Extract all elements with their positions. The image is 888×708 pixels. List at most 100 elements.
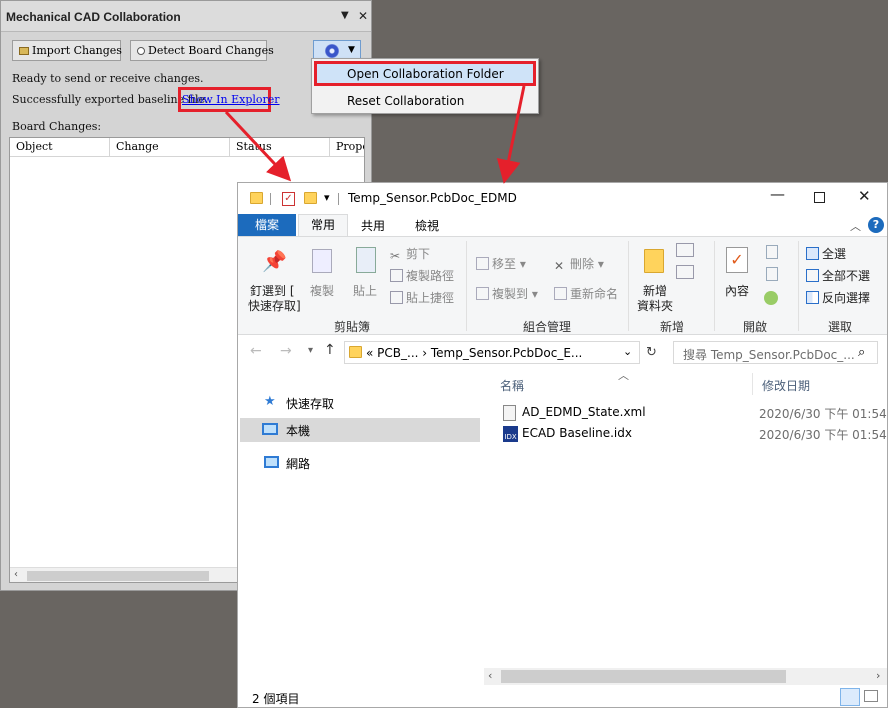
address-bar[interactable]: « PCB_... › Temp_Sensor.PcbDoc_E... ⌄	[344, 341, 640, 364]
move-to-button[interactable]: 移至 ▾	[476, 255, 526, 272]
easy-access-icon[interactable]	[676, 265, 694, 279]
column-change[interactable]: Change	[110, 138, 230, 157]
maximize-icon[interactable]	[814, 192, 825, 203]
new-item-icon[interactable]	[676, 243, 694, 257]
invert-selection-button[interactable]: 反向選擇	[806, 289, 870, 306]
sort-ascending-icon: ︿	[618, 369, 629, 382]
panel-menu-icon[interactable]: ▼	[341, 10, 349, 21]
column-date-modified[interactable]: 修改日期	[762, 377, 810, 394]
divider	[466, 241, 467, 331]
divider	[714, 241, 715, 331]
divider	[752, 373, 753, 395]
copy-path-icon	[390, 269, 403, 282]
search-icon[interactable]: ⌕	[858, 345, 865, 360]
pin-quick-access-label-2[interactable]: 快速存取]	[248, 297, 301, 314]
collapse-ribbon-icon[interactable]: ︿	[850, 218, 861, 234]
column-name[interactable]: 名稱	[500, 377, 524, 394]
cut-button[interactable]: ✂ 剪下	[390, 245, 430, 263]
minimize-icon[interactable]: —	[770, 185, 785, 203]
refresh-icon[interactable]: ↻	[646, 345, 657, 360]
forward-icon[interactable]: →	[280, 343, 292, 359]
help-icon[interactable]: ?	[868, 217, 884, 233]
properties-quick-icon[interactable]: ✓	[282, 192, 295, 206]
status-text: Ready to send or receive changes.	[12, 72, 204, 85]
select-none-button[interactable]: 全部不選	[806, 267, 870, 284]
menu-item-label: Open Collaboration Folder	[347, 67, 504, 81]
menu-item-open-collaboration-folder[interactable]: Open Collaboration Folder	[314, 61, 536, 86]
folder-icon	[250, 192, 263, 204]
scrollbar-thumb[interactable]	[501, 670, 786, 683]
column-proposed[interactable]: Propo	[330, 138, 364, 157]
edit-icon[interactable]	[766, 267, 778, 281]
tab-share[interactable]: 共用	[361, 217, 385, 234]
properties-icon: ✓	[726, 247, 748, 273]
paste-button[interactable]: 貼上	[353, 282, 377, 299]
close-icon[interactable]: ✕	[858, 187, 871, 205]
panel-titlebar: Mechanical CAD Collaboration ▼ ✕	[1, 1, 371, 32]
group-clipboard: 剪貼簿	[334, 320, 371, 334]
network-icon	[264, 456, 279, 468]
details-view-icon[interactable]	[840, 688, 860, 706]
scroll-left-icon[interactable]: ‹	[488, 669, 492, 682]
new-folder-quick-icon[interactable]	[304, 192, 317, 204]
delete-icon: ✕	[554, 259, 565, 273]
column-object[interactable]: Object	[10, 138, 110, 157]
paste-icon	[356, 247, 376, 273]
paste-shortcut-button[interactable]: 貼上捷徑	[390, 289, 454, 306]
up-icon[interactable]: ↑	[324, 342, 336, 358]
gear-icon	[325, 44, 339, 58]
tab-view[interactable]: 檢視	[415, 217, 439, 234]
open-icon[interactable]	[766, 245, 778, 259]
nav-item-network[interactable]: 網路	[264, 451, 482, 475]
group-open: 開啟	[743, 320, 768, 334]
item-count: 2 個項目	[252, 692, 300, 706]
delete-button[interactable]: ✕ 刪除 ▾	[554, 255, 604, 273]
nav-item-quick-access[interactable]: ★ 快速存取	[264, 391, 482, 415]
history-icon[interactable]	[764, 291, 778, 305]
tab-file[interactable]: 檔案	[238, 214, 296, 236]
recent-locations-icon[interactable]: ▾	[308, 345, 313, 356]
divider	[270, 193, 271, 205]
customize-toolbar-icon[interactable]: ▾	[324, 191, 330, 204]
detect-board-changes-button[interactable]: Detect Board Changes	[130, 40, 274, 61]
collaboration-dropdown-menu: Open Collaboration Folder Reset Collabor…	[311, 58, 539, 114]
window-title: Temp_Sensor.PcbDoc_EDMD	[348, 191, 517, 205]
scroll-right-icon[interactable]: ›	[876, 669, 880, 682]
address-dropdown-icon[interactable]: ⌄	[623, 345, 632, 358]
back-icon[interactable]: ←	[250, 343, 262, 359]
scroll-left-icon[interactable]: ‹	[14, 569, 18, 580]
navigation-pane: ★ 快速存取 本機 網路	[238, 371, 482, 681]
file-list-scrollbar[interactable]: ‹ ›	[484, 668, 887, 685]
scrollbar-thumb[interactable]	[27, 571, 209, 581]
copy-icon	[312, 249, 332, 273]
import-changes-button[interactable]: Import Changes	[12, 40, 122, 61]
pin-icon: 📌	[262, 249, 287, 273]
address-row: ← → ▾ ↑ « PCB_... › Temp_Sensor.PcbDoc_E…	[238, 335, 887, 371]
nav-item-this-pc[interactable]: 本機	[240, 418, 480, 442]
copy-path-button[interactable]: 複製路徑	[390, 267, 454, 284]
table-header: Object Change Status Propo	[10, 138, 364, 157]
new-folder-label-2[interactable]: 資料夾	[637, 297, 673, 314]
star-icon: ★	[264, 394, 276, 409]
show-in-explorer-link[interactable]: Show In Explorer	[182, 93, 280, 106]
menu-item-reset-collaboration[interactable]: Reset Collaboration	[347, 94, 464, 108]
address-path[interactable]: « PCB_... › Temp_Sensor.PcbDoc_E...	[366, 346, 582, 360]
copy-button[interactable]: 複製	[310, 282, 334, 299]
column-status[interactable]: Status	[230, 138, 330, 157]
divider	[798, 241, 799, 331]
ribbon-home: 📌 釘選到 [ 快速存取] 複製 貼上 ✂ 剪下 複製路徑 貼上捷徑 剪貼簿 移至…	[238, 236, 887, 335]
properties-button[interactable]: 內容	[725, 282, 749, 299]
list-item[interactable]: AD_EDMD_State.xml 2020/6/30 下午 01:54	[500, 403, 887, 423]
file-list: ︿ 名稱 修改日期 AD_EDMD_State.xml 2020/6/30 下午…	[484, 369, 887, 671]
list-item[interactable]: IDX ECAD Baseline.idx 2020/6/30 下午 01:54	[500, 424, 887, 444]
search-box[interactable]: 搜尋 Temp_Sensor.PcbDoc_... ⌕	[673, 341, 878, 364]
select-all-icon	[806, 247, 819, 260]
panel-close-icon[interactable]: ✕	[358, 9, 368, 23]
large-icons-view-icon[interactable]	[864, 690, 878, 702]
copy-to-button[interactable]: 複製到 ▾	[476, 285, 538, 302]
rename-button[interactable]: 重新命名	[554, 285, 618, 302]
rename-icon	[554, 287, 567, 300]
tab-home[interactable]: 常用	[298, 214, 348, 237]
idx-file-icon: IDX	[503, 426, 518, 442]
select-all-button[interactable]: 全選	[806, 245, 846, 262]
